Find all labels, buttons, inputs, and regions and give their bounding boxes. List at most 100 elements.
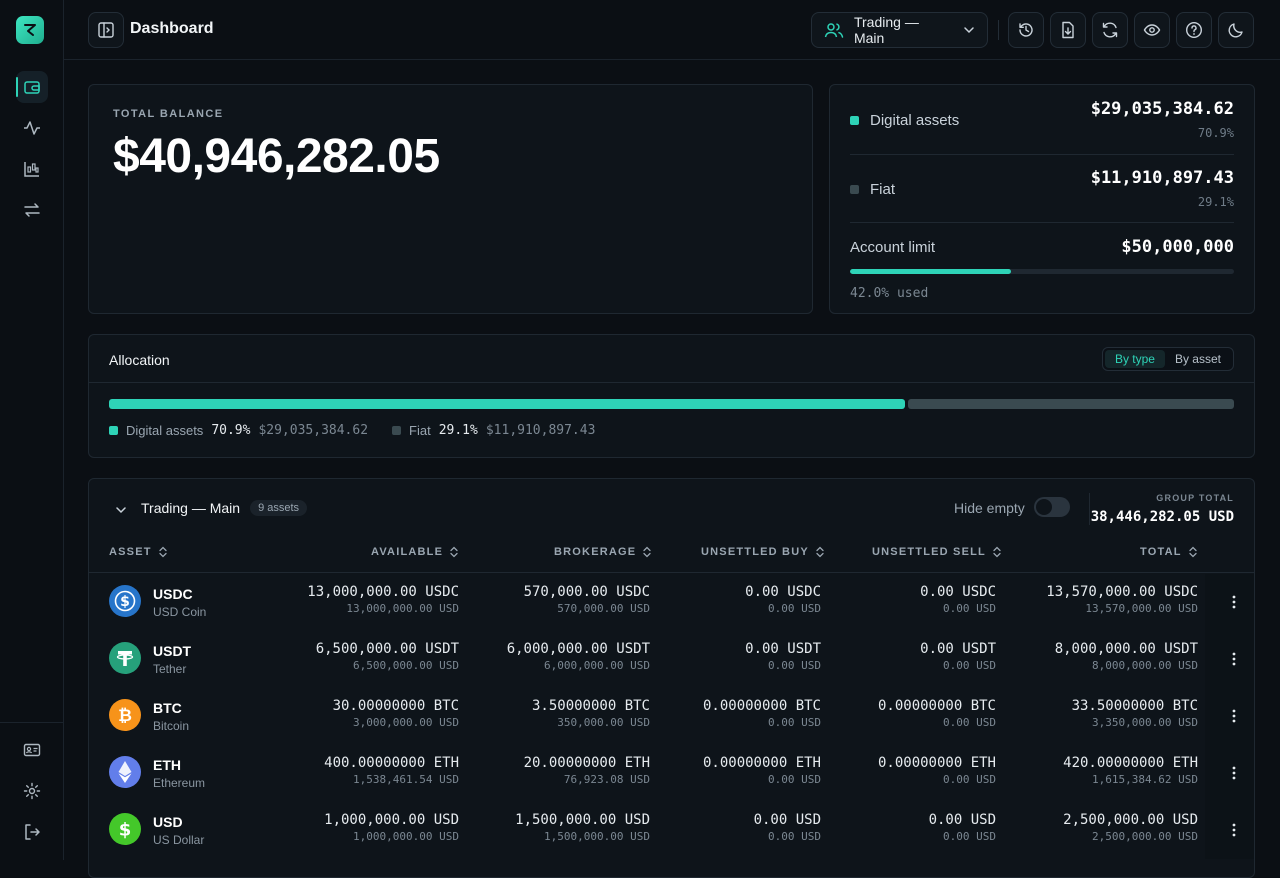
usd-equivalent: 8,000,000.00 USD	[1092, 659, 1198, 672]
visibility-button[interactable]	[1134, 12, 1170, 48]
allocation-card: Allocation By type By asset Digital asse…	[88, 334, 1255, 458]
col-asset[interactable]: ASSET	[109, 546, 168, 558]
nav-profile[interactable]	[16, 734, 48, 766]
group-total-value: 38,446,282.05 USD	[1090, 509, 1234, 525]
asset-symbol: USDC	[153, 586, 193, 602]
primary-amount: 420.00000000 ETH	[1063, 755, 1198, 771]
usd-equivalent: 76,923.08 USD	[563, 773, 650, 786]
theme-toggle-button[interactable]	[1218, 12, 1254, 48]
col-available[interactable]: AVAILABLE	[371, 546, 459, 558]
table-row[interactable]: ₿ BTC Bitcoin 30.00000000 BTC 3,000,000.00 U…	[89, 688, 1254, 745]
refresh-button[interactable]	[1092, 12, 1128, 48]
asset-symbol: USDT	[153, 643, 192, 659]
header-separator	[998, 20, 999, 40]
total-balance-card: TOTAL BALANCE $40,946,282.05	[88, 84, 813, 314]
brokerage-cell: 20.00000000 ETH 76,923.08 USD	[460, 755, 650, 786]
table-row[interactable]: USDT Tether 6,500,000.00 USDT 6,500,000.00 …	[89, 631, 1254, 688]
col-unsettled-buy-label: UNSETTLED BUY	[701, 546, 809, 558]
usd-equivalent: 3,000,000.00 USD	[353, 716, 459, 729]
svg-text:$: $	[120, 594, 130, 610]
digital-assets-row: Digital assets $29,035,384.62 70.9%	[850, 99, 1234, 155]
primary-amount: 20.00000000 ETH	[523, 755, 650, 771]
download-button[interactable]	[1050, 12, 1086, 48]
usd-equivalent: 2,500,000.00 USD	[1092, 830, 1198, 843]
app-logo[interactable]	[16, 16, 44, 44]
primary-amount: 0.00 USDC	[920, 584, 996, 600]
digital-assets-label: Digital assets	[870, 112, 960, 129]
logout-icon	[25, 824, 40, 840]
unsettled-buy-cell: 0.00 USD 0.00 USD	[631, 812, 821, 843]
table-row[interactable]: $ USD US Dollar 1,000,000.00 USD 1,000,000.0…	[89, 802, 1254, 859]
col-available-label: AVAILABLE	[371, 546, 444, 558]
total-cell: 13,570,000.00 USDC 13,570,000.00 USD	[1008, 584, 1198, 615]
usdc-icon: $	[109, 585, 141, 617]
svg-text:₿: ₿	[118, 706, 132, 726]
col-unsettled-buy[interactable]: UNSETTLED BUY	[701, 546, 825, 558]
usd-equivalent: 1,000,000.00 USD	[353, 830, 459, 843]
total-cell: 33.50000000 BTC 3,350,000.00 USD	[1008, 698, 1198, 729]
legend-name: Fiat	[409, 423, 431, 438]
refresh-icon	[1102, 22, 1118, 38]
nav-settings[interactable]	[16, 775, 48, 807]
account-limit-progress-fill	[850, 269, 1012, 274]
col-brokerage[interactable]: BROKERAGE	[554, 546, 652, 558]
asset-icon-wrap: $	[109, 585, 141, 617]
group-title-wrap: Trading — Main 9 assets	[141, 500, 308, 516]
sort-icon	[643, 546, 651, 558]
legend-name: Digital assets	[126, 423, 204, 438]
allocation-divider	[89, 382, 1254, 383]
account-selector-label: Trading — Main	[853, 14, 919, 46]
help-button[interactable]	[1176, 12, 1212, 48]
usd-equivalent: 6,500,000.00 USD	[353, 659, 459, 672]
sidebar	[0, 0, 64, 860]
candlestick-chart-icon	[24, 162, 39, 177]
legend-swatch	[392, 426, 402, 435]
allocation-bar-digital	[109, 399, 905, 409]
legend-amount: $11,910,897.43	[485, 423, 596, 438]
hide-empty-toggle[interactable]	[1034, 497, 1070, 517]
collapse-group-button[interactable]	[115, 503, 127, 521]
sidebar-toggle-button[interactable]	[88, 12, 124, 48]
usd-equivalent: 13,000,000.00 USD	[346, 602, 459, 615]
col-unsettled-sell[interactable]: UNSETTLED SELL	[872, 546, 1002, 558]
by-asset-toggle[interactable]: By asset	[1165, 350, 1231, 368]
available-cell: 6,500,000.00 USDT 6,500,000.00 USD	[269, 641, 459, 672]
table-header-divider	[89, 572, 1254, 573]
total-cell: 420.00000000 ETH 1,615,384.62 USD	[1008, 755, 1198, 786]
file-download-icon	[1062, 21, 1074, 39]
row-menu-button[interactable]	[1224, 763, 1244, 783]
nav-logout[interactable]	[16, 816, 48, 848]
row-menu-button[interactable]	[1224, 592, 1244, 612]
account-selector[interactable]: Trading — Main	[811, 12, 988, 48]
usd-equivalent: 570,000.00 USD	[557, 602, 650, 615]
digital-assets-value: $29,035,384.62	[1090, 99, 1234, 119]
unsettled-sell-cell: 0.00 USD 0.00 USD	[806, 812, 996, 843]
legend-item-fiat: Fiat 29.1% $11,910,897.43	[392, 423, 595, 438]
fiat-label: Fiat	[870, 181, 896, 198]
primary-amount: 2,500,000.00 USD	[1063, 812, 1198, 828]
usd-equivalent: 1,615,384.62 USD	[1092, 773, 1198, 786]
col-total[interactable]: TOTAL	[1140, 546, 1198, 558]
history-button[interactable]	[1008, 12, 1044, 48]
row-menu-button[interactable]	[1224, 820, 1244, 840]
by-type-toggle[interactable]: By type	[1104, 350, 1165, 368]
nav-charts[interactable]	[16, 153, 48, 185]
row-menu-button[interactable]	[1224, 706, 1244, 726]
unsettled-buy-cell: 0.00 USDT 0.00 USD	[631, 641, 821, 672]
tether-icon	[109, 642, 141, 674]
col-asset-label: ASSET	[109, 546, 152, 558]
asset-icon-wrap	[109, 642, 141, 674]
page-title: Dashboard	[130, 20, 214, 37]
primary-amount: 0.00000000 ETH	[877, 755, 996, 771]
usd-equivalent: 0.00 USD	[943, 659, 996, 672]
nav-wallet[interactable]	[16, 71, 48, 103]
fiat-swatch	[850, 185, 859, 194]
nav-transfer[interactable]	[16, 194, 48, 226]
row-menu-button[interactable]	[1224, 649, 1244, 669]
table-row[interactable]: $ USDC USD Coin 13,000,000.00 USDC 13,000,00…	[89, 574, 1254, 631]
group-total-label: GROUP TOTAL	[1156, 493, 1234, 503]
primary-amount: 13,000,000.00 USDC	[307, 584, 459, 600]
nav-activity[interactable]	[16, 112, 48, 144]
table-row[interactable]: ETH Ethereum 400.00000000 ETH 1,538,461.54 …	[89, 745, 1254, 802]
total-cell: 2,500,000.00 USD 2,500,000.00 USD	[1008, 812, 1198, 843]
